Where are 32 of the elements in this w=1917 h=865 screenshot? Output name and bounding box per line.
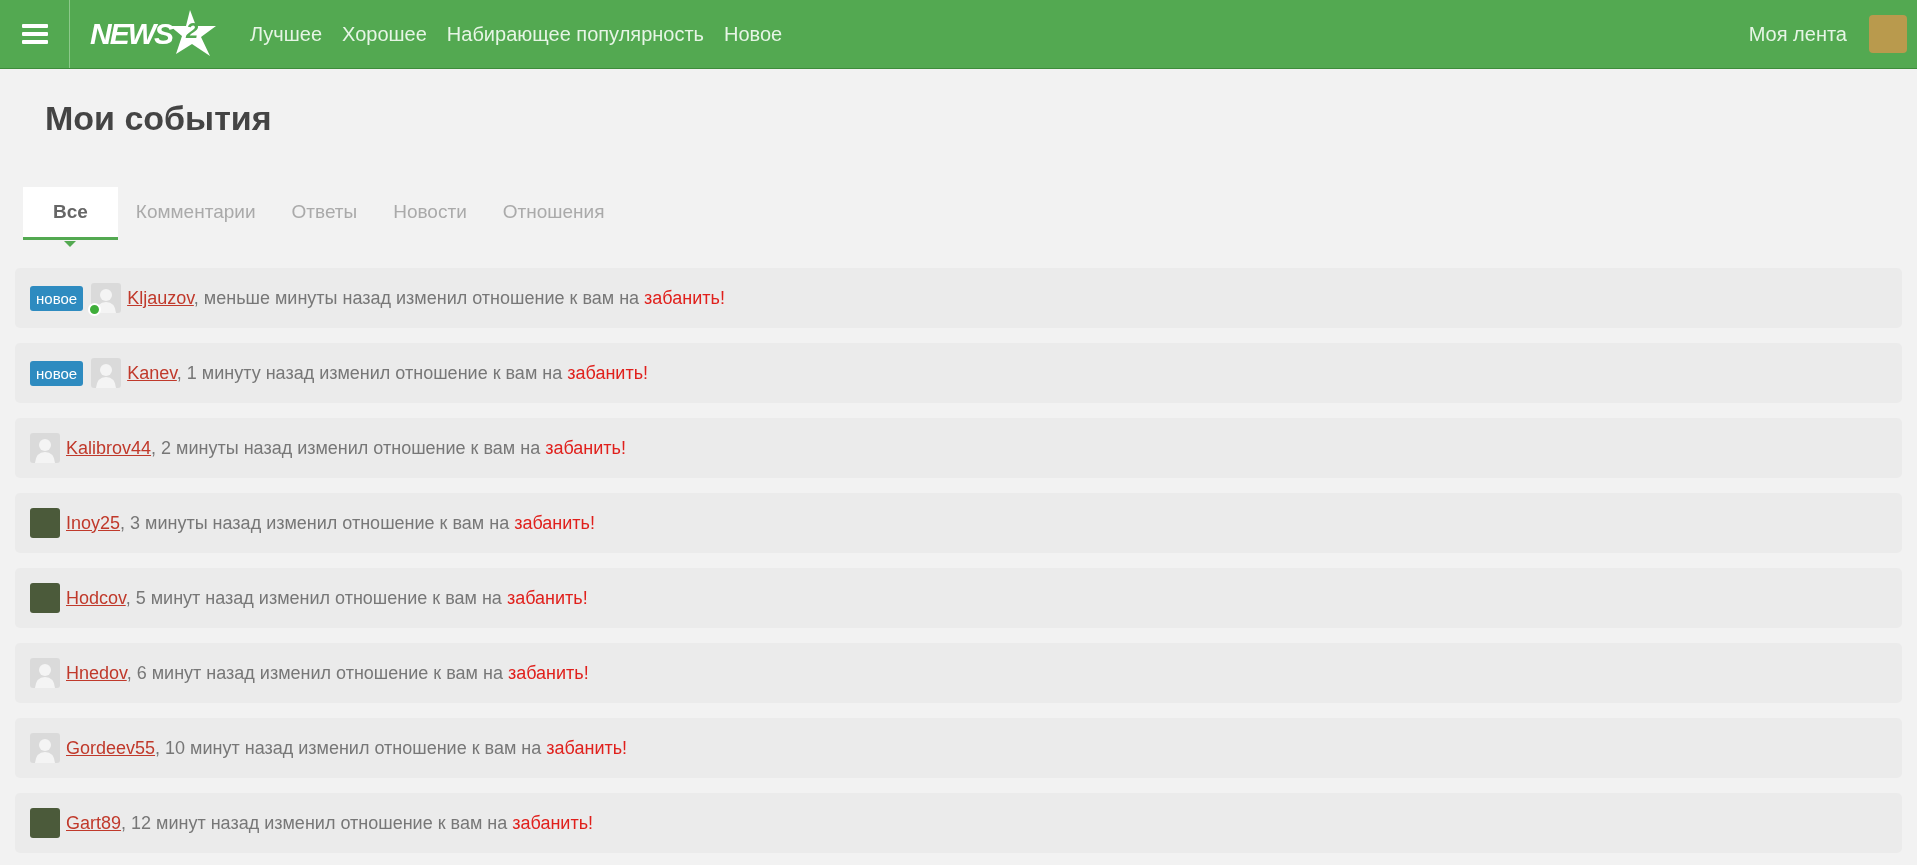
nav-link[interactable]: Хорошее xyxy=(342,22,427,46)
page-title: Мои события xyxy=(44,98,273,139)
event-text: Kalibrov44, 2 минуты назад изменил отношение к вам на забанить! xyxy=(66,437,626,459)
event-text: Gordeev55, 10 минут назад изменил отношение к вам на забанить! xyxy=(66,737,628,759)
event-text: Gart89, 12 минут назад изменил отношение к вам на забанить! xyxy=(66,812,594,834)
tab[interactable]: Ответы xyxy=(273,187,376,240)
tab[interactable]: Все xyxy=(23,187,118,240)
site-logo[interactable]: NEWS 2 xyxy=(90,10,220,58)
tab[interactable]: Комментарии xyxy=(117,187,274,240)
menu-icon xyxy=(21,24,48,44)
event-text: Kljauzov, меньше минуты назад изменил отношение к вам на забанить! xyxy=(127,287,725,309)
event-text: Hnedov, 6 минут назад изменил отношение к вам на забанить! xyxy=(66,662,589,684)
event-text: Hodcov, 5 минут назад изменил отношение к вам на забанить! xyxy=(66,587,588,609)
tab-pointer-icon xyxy=(64,241,77,247)
tab[interactable]: Отношения xyxy=(484,187,623,240)
user-link[interactable]: Kalibrov44 xyxy=(66,437,152,458)
user-link[interactable]: Hodcov xyxy=(66,587,126,608)
user-link[interactable]: Inoy25 xyxy=(66,512,121,533)
user-link[interactable]: Kanev xyxy=(127,362,177,383)
tab[interactable]: Новости xyxy=(375,187,485,240)
nav-link[interactable]: Набирающее популярность xyxy=(446,22,705,46)
user-link[interactable]: Hnedov xyxy=(66,662,127,683)
new-badge: новое xyxy=(30,360,84,386)
nav-link[interactable]: Новое xyxy=(724,22,783,46)
user-link[interactable]: Kljauzov xyxy=(127,287,194,308)
new-badge: новое xyxy=(30,285,84,311)
event-text: Inoy25, 3 минуты назад изменил отношение к вам на забанить! xyxy=(66,512,595,534)
my-feed-link[interactable]: Моя лента xyxy=(1748,22,1847,46)
user-link[interactable]: Gart89 xyxy=(66,812,122,833)
user-link[interactable]: Gordeev55 xyxy=(66,737,156,758)
nav-link[interactable]: Лучшее xyxy=(250,22,323,46)
event-text: Kanev, 1 минуту назад изменил отношение к вам на забанить! xyxy=(127,362,648,384)
